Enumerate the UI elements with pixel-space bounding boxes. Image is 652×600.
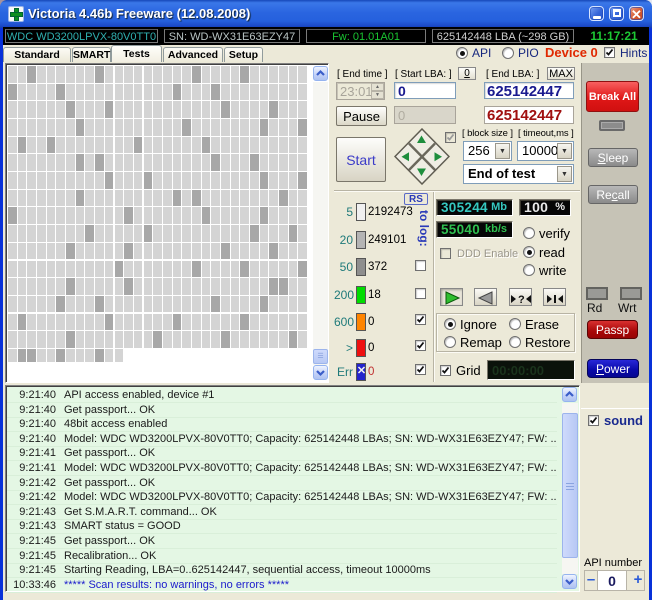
svg-text:?: ? (518, 294, 525, 305)
